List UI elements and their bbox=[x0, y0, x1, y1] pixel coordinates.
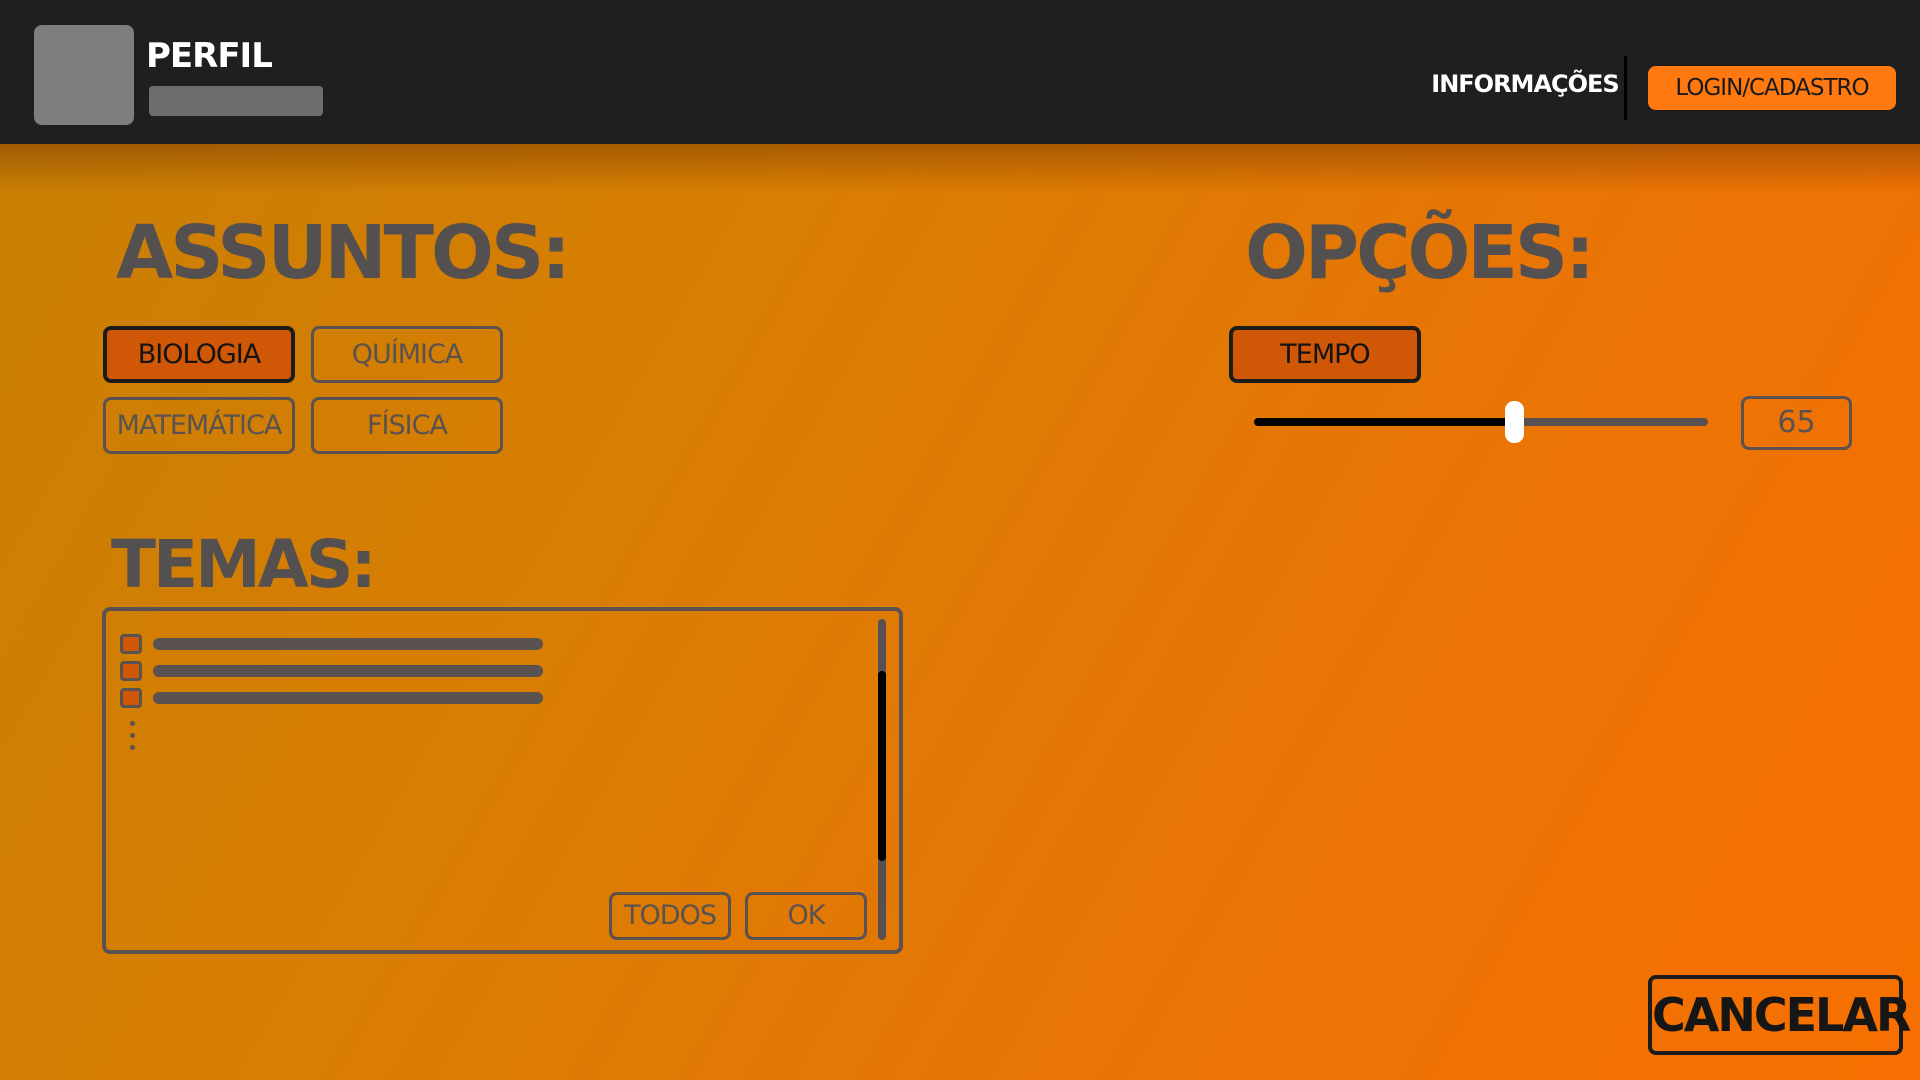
themes-list-panel: TODOS OK bbox=[102, 607, 903, 954]
theme-checkbox[interactable] bbox=[120, 688, 142, 708]
profile-name[interactable]: PERFIL bbox=[146, 36, 273, 76]
cancel-button[interactable]: CANCELAR bbox=[1648, 975, 1911, 1055]
themes-title: TEMAS: bbox=[111, 526, 377, 603]
time-slider-thumb[interactable] bbox=[1505, 401, 1524, 443]
ellipsis-dot bbox=[130, 745, 135, 750]
time-option-chip[interactable]: TEMPO bbox=[1229, 326, 1421, 383]
ok-button[interactable]: OK bbox=[745, 892, 867, 940]
theme-item[interactable] bbox=[120, 634, 543, 654]
theme-label-placeholder bbox=[153, 665, 543, 677]
subject-chip-quimica[interactable]: QUÍMICA bbox=[311, 326, 503, 383]
ellipsis-dot bbox=[130, 721, 135, 726]
subject-chip-matematica[interactable]: MATEMÁTICA bbox=[103, 397, 295, 454]
top-bar: PERFIL INFORMAÇÕES LOGIN/CADASTRO bbox=[0, 0, 1920, 144]
theme-item[interactable] bbox=[120, 661, 543, 681]
avatar[interactable] bbox=[34, 25, 134, 125]
subject-chip-biologia[interactable]: BIOLOGIA bbox=[103, 326, 295, 383]
ellipsis-dot bbox=[130, 733, 135, 738]
profile-subtitle-placeholder bbox=[149, 86, 323, 116]
info-link[interactable]: INFORMAÇÕES bbox=[1420, 70, 1630, 98]
login-button[interactable]: LOGIN/CADASTRO bbox=[1648, 66, 1896, 110]
scrollbar-thumb[interactable] bbox=[878, 671, 886, 861]
select-all-button[interactable]: TODOS bbox=[609, 892, 731, 940]
theme-item[interactable] bbox=[120, 688, 543, 708]
theme-label-placeholder bbox=[153, 638, 543, 650]
options-title: OPÇÕES: bbox=[1245, 210, 1595, 296]
header-shadow bbox=[0, 144, 1920, 192]
theme-checkbox[interactable] bbox=[120, 634, 142, 654]
nav-divider bbox=[1624, 56, 1627, 120]
theme-checkbox[interactable] bbox=[120, 661, 142, 681]
theme-label-placeholder bbox=[153, 692, 543, 704]
subjects-title: ASSUNTOS: bbox=[116, 210, 571, 296]
time-slider-filled-track[interactable] bbox=[1254, 418, 1514, 426]
time-slider-track[interactable] bbox=[1514, 418, 1708, 426]
time-value-box[interactable]: 65 bbox=[1741, 396, 1852, 450]
subject-chip-fisica[interactable]: FÍSICA bbox=[311, 397, 503, 454]
